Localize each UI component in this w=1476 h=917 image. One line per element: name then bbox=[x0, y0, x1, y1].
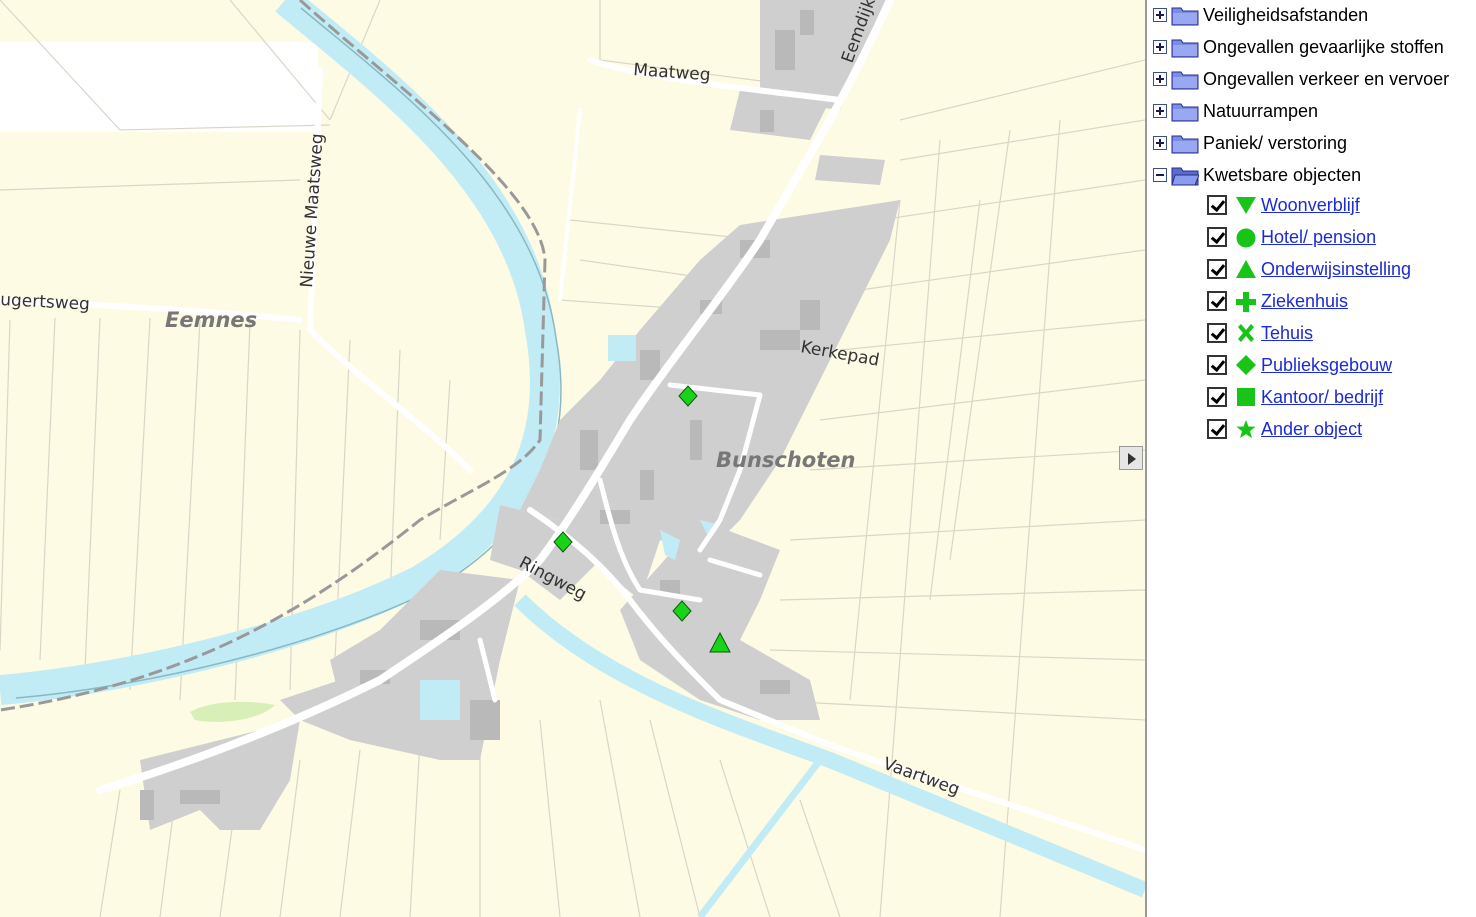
layer-checkbox[interactable] bbox=[1207, 355, 1227, 375]
legend-group-label[interactable]: Veiligheidsafstanden bbox=[1203, 5, 1368, 26]
field-block bbox=[0, 42, 318, 132]
expand-icon[interactable] bbox=[1153, 40, 1167, 54]
legend-group-paniek-verstoring[interactable]: Paniek/ verstoring bbox=[1147, 128, 1347, 158]
cross-icon bbox=[1238, 324, 1254, 342]
legend-group-label[interactable]: Kwetsbare objecten bbox=[1203, 165, 1361, 186]
layer-checkbox[interactable] bbox=[1207, 419, 1227, 439]
layer-link[interactable]: Publieksgebouw bbox=[1261, 355, 1392, 376]
triangle-down-icon bbox=[1236, 197, 1256, 214]
folder-icon bbox=[1171, 7, 1199, 26]
layer-link[interactable]: Onderwijsinstelling bbox=[1261, 259, 1411, 280]
layer-link[interactable]: Ander object bbox=[1261, 419, 1362, 440]
legend-group-ongevallen-gevaarlijke-stoffen[interactable]: Ongevallen gevaarlijke stoffen bbox=[1147, 32, 1444, 62]
folder-icon bbox=[1171, 39, 1199, 58]
layer-link[interactable]: Kantoor/ bedrijf bbox=[1261, 387, 1383, 408]
square-icon bbox=[1237, 388, 1255, 406]
map-canvas[interactable]: Maatweg Eemdijk Nieuwe Maatsweg ugertswe… bbox=[0, 0, 1145, 917]
layer-item-kantoor-bedrijf[interactable]: Kantoor/ bedrijf bbox=[1207, 382, 1383, 412]
layer-link[interactable]: Tehuis bbox=[1261, 323, 1313, 344]
layer-checkbox[interactable] bbox=[1207, 323, 1227, 343]
layer-checkbox[interactable] bbox=[1207, 227, 1227, 247]
legend-group-natuurrampen[interactable]: Natuurrampen bbox=[1147, 96, 1318, 126]
circle-icon bbox=[1236, 228, 1256, 248]
layer-item-publieksgebouw[interactable]: Publieksgebouw bbox=[1207, 350, 1392, 380]
plus-icon bbox=[1236, 292, 1256, 312]
legend-group-label[interactable]: Natuurrampen bbox=[1203, 101, 1318, 122]
legend-group-label[interactable]: Ongevallen gevaarlijke stoffen bbox=[1203, 37, 1444, 58]
layer-checkbox[interactable] bbox=[1207, 259, 1227, 279]
expand-icon[interactable] bbox=[1153, 136, 1167, 150]
layer-item-ander-object[interactable]: Ander object bbox=[1207, 414, 1362, 444]
folder-icon bbox=[1171, 71, 1199, 90]
triangle-up-icon bbox=[1236, 260, 1256, 278]
place-label-eemnes: Eemnes bbox=[165, 308, 257, 332]
layer-checkbox[interactable] bbox=[1207, 195, 1227, 215]
open-folder-icon bbox=[1171, 167, 1199, 186]
diamond-icon bbox=[1236, 355, 1256, 375]
legend-group-kwetsbare-objecten[interactable]: Kwetsbare objecten bbox=[1147, 160, 1361, 190]
legend-group-ongevallen-verkeer[interactable]: Ongevallen verkeer en vervoer bbox=[1147, 64, 1449, 94]
expand-icon[interactable] bbox=[1153, 8, 1167, 22]
folder-icon bbox=[1171, 103, 1199, 122]
layer-checkbox[interactable] bbox=[1207, 387, 1227, 407]
collapse-icon[interactable] bbox=[1153, 168, 1167, 182]
layer-item-ziekenhuis[interactable]: Ziekenhuis bbox=[1207, 286, 1348, 316]
legend-group-veiligheidsafstanden[interactable]: Veiligheidsafstanden bbox=[1147, 0, 1368, 30]
place-label-bunschoten: Bunschoten bbox=[716, 448, 855, 472]
layer-link[interactable]: Ziekenhuis bbox=[1261, 291, 1348, 312]
legend-panel: Veiligheidsafstanden Ongevallen gevaarli… bbox=[1147, 0, 1476, 917]
legend-group-label[interactable]: Ongevallen verkeer en vervoer bbox=[1203, 69, 1449, 90]
layer-link[interactable]: Woonverblijf bbox=[1261, 195, 1360, 216]
expand-icon[interactable] bbox=[1153, 72, 1167, 86]
collapse-panel-button[interactable] bbox=[1119, 446, 1143, 470]
legend-group-label[interactable]: Paniek/ verstoring bbox=[1203, 133, 1347, 154]
layer-item-tehuis[interactable]: Tehuis bbox=[1207, 318, 1313, 348]
star-icon bbox=[1236, 420, 1256, 438]
layer-item-onderwijsinstelling[interactable]: Onderwijsinstelling bbox=[1207, 254, 1411, 284]
expand-icon[interactable] bbox=[1153, 104, 1167, 118]
layer-item-woonverblijf[interactable]: Woonverblijf bbox=[1207, 190, 1360, 220]
layer-item-hotel-pension[interactable]: Hotel/ pension bbox=[1207, 222, 1376, 252]
layer-checkbox[interactable] bbox=[1207, 291, 1227, 311]
map-view[interactable]: Maatweg Eemdijk Nieuwe Maatsweg ugertswe… bbox=[0, 0, 1145, 917]
folder-icon bbox=[1171, 135, 1199, 154]
layer-link[interactable]: Hotel/ pension bbox=[1261, 227, 1376, 248]
